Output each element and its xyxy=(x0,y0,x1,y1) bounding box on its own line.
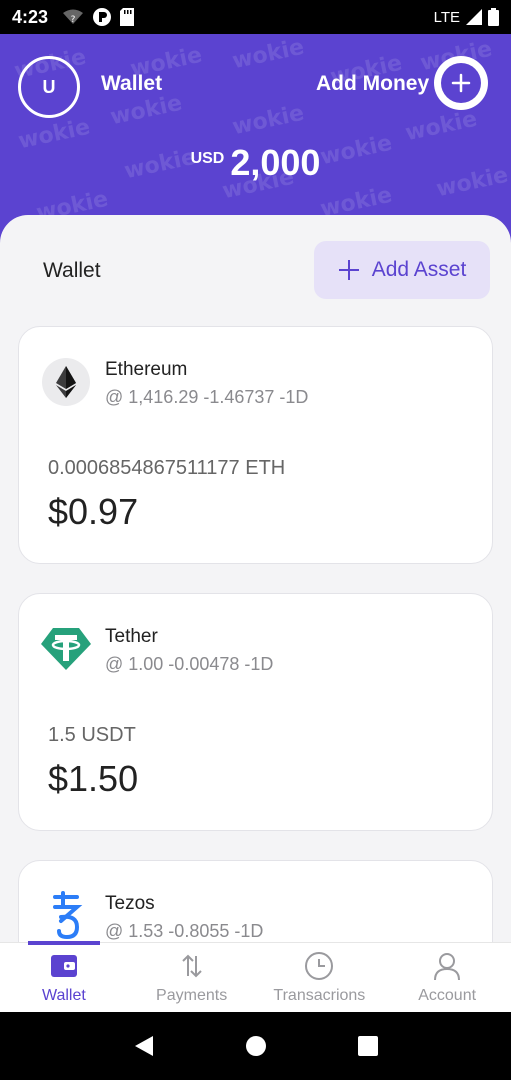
asset-rate: @ 1.53 -0.8055 -1D xyxy=(105,921,264,941)
signal-icon xyxy=(466,9,482,25)
wallet-icon xyxy=(50,955,77,977)
tether-icon xyxy=(41,628,91,670)
asset-value: $1.50 xyxy=(48,758,139,799)
svg-text:?: ? xyxy=(71,15,76,25)
avatar-initial: U xyxy=(42,76,56,97)
nav-label: Wallet xyxy=(41,987,86,1004)
asset-quantity: 1.5 USDT xyxy=(48,724,136,746)
asset-card-tether[interactable]: Tether @ 1.00 -0.00478 -1D 1.5 USDT $1.5… xyxy=(18,593,493,831)
watermark: wokie xyxy=(403,106,480,147)
app-notification-icon xyxy=(93,8,112,26)
watermark: wokie xyxy=(230,100,307,141)
avatar[interactable]: U xyxy=(18,56,80,118)
wallet-sheet: Wallet Add Asset Ethereum @ 1,416.29 -1.… xyxy=(0,215,511,955)
nav-item-account[interactable]: Account xyxy=(383,943,511,1012)
bottom-nav: Wallet Payments Transacrions Account xyxy=(0,941,511,1012)
account-icon xyxy=(434,953,461,981)
add-money-label[interactable]: Add Money xyxy=(316,72,429,96)
add-asset-label: Add Asset xyxy=(371,258,467,281)
balance: USD 2,000 xyxy=(0,142,511,184)
asset-card-ethereum[interactable]: Ethereum @ 1,416.29 -1.46737 -1D 0.00068… xyxy=(18,326,493,564)
ethereum-icon xyxy=(42,358,90,406)
section-title: Wallet xyxy=(43,259,101,282)
status-time: 4:23 xyxy=(12,6,49,27)
asset-rate: @ 1.00 -0.00478 -1D xyxy=(105,654,274,674)
balance-currency: USD xyxy=(190,150,225,167)
nav-label: Payments xyxy=(156,987,228,1004)
wifi-icon: ? xyxy=(63,9,84,25)
asset-name: Tether xyxy=(105,626,158,647)
watermark: wokie xyxy=(230,34,307,75)
nav-item-transactions[interactable]: Transacrions xyxy=(256,943,384,1012)
asset-name: Tezos xyxy=(105,893,155,914)
asset-rate: @ 1,416.29 -1.46737 -1D xyxy=(105,387,309,407)
asset-quantity: 0.0006854867511177 ETH xyxy=(48,457,286,479)
page-title: Wallet xyxy=(101,72,163,95)
tezos-icon xyxy=(53,891,83,940)
network-type: LTE xyxy=(433,8,460,26)
recents-icon[interactable] xyxy=(357,1035,379,1057)
wallet-header: wokie wokie wokie wokie wokie wokie woki… xyxy=(0,34,511,234)
sd-card-icon xyxy=(120,8,135,26)
nav-label: Transacrions xyxy=(273,987,366,1004)
add-money-button[interactable] xyxy=(434,56,488,110)
asset-value: $0.97 xyxy=(48,491,139,532)
balance-amount: 2,000 xyxy=(230,142,321,183)
clock-icon xyxy=(305,952,334,980)
payments-icon xyxy=(181,954,202,978)
plus-icon xyxy=(338,260,359,280)
nav-item-wallet[interactable]: Wallet xyxy=(0,943,128,1012)
nav-item-payments[interactable]: Payments xyxy=(128,943,256,1012)
back-icon[interactable] xyxy=(133,1034,155,1058)
status-bar: 4:23 ? LTE xyxy=(0,0,511,34)
home-icon[interactable] xyxy=(245,1035,267,1057)
asset-name: Ethereum xyxy=(105,359,188,380)
battery-icon xyxy=(488,8,499,26)
plus-icon xyxy=(451,73,471,93)
system-nav-bar xyxy=(0,1012,511,1080)
nav-label: Account xyxy=(418,987,477,1004)
add-asset-button[interactable]: Add Asset xyxy=(314,241,490,299)
watermark: wokie xyxy=(108,90,185,131)
